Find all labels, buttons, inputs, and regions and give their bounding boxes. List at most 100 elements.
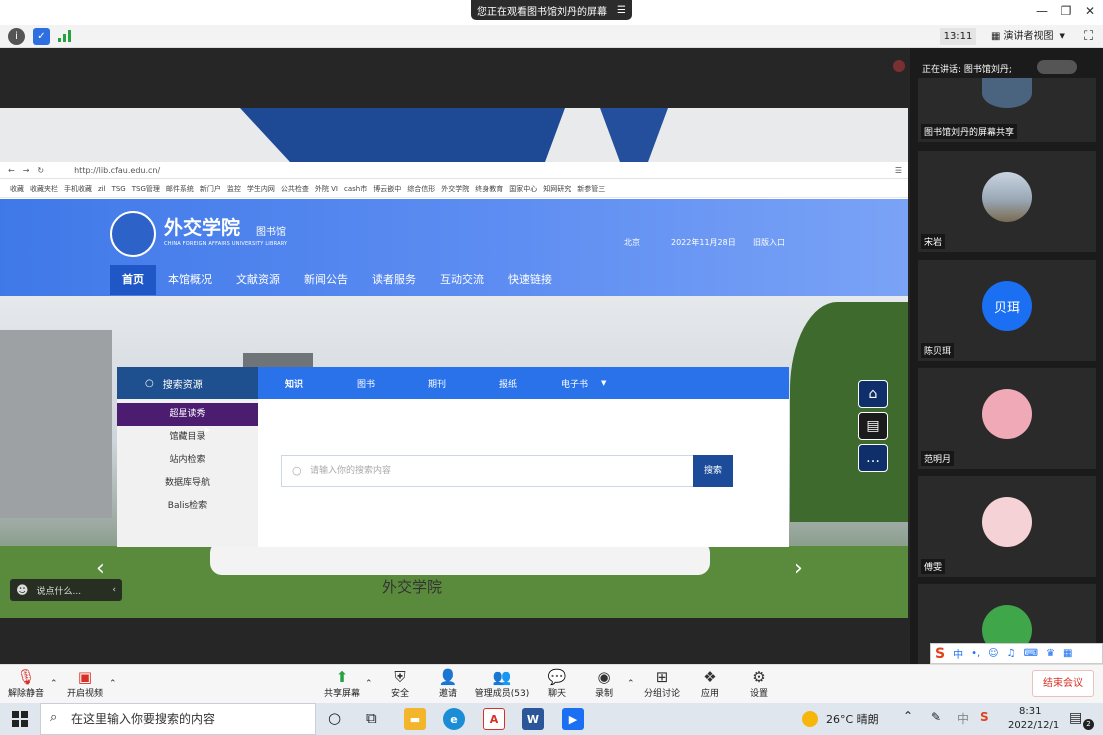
info-icon[interactable]: i [8,28,25,45]
bookmark-item[interactable]: zil [98,185,106,193]
apps-button[interactable]: ❖ 应用 [688,668,732,699]
back-icon[interactable]: ← [8,166,15,175]
bookmark-item[interactable]: TSG管理 [132,184,160,194]
task-view-icon[interactable]: ⧉ [366,709,377,727]
nav-interaction[interactable]: 互动交流 [428,265,496,295]
menu-item-database-nav[interactable]: 数据库导航 [117,472,258,495]
chevron-up-icon[interactable]: ⌃ [903,709,913,723]
breakout-rooms-button[interactable]: ⊞ 分组讨论 [640,668,684,699]
chevron-down-icon[interactable]: ▼ [601,379,606,387]
chevron-left-icon[interactable]: ‹ [112,585,116,595]
menu-item-site-search[interactable]: 站内检索 [117,449,258,472]
bookmark-item[interactable]: 新参管三 [577,184,605,194]
cortana-icon[interactable]: ○ [328,709,341,727]
menu-item-balis[interactable]: Balis检索 [117,495,258,518]
sogou-tray-icon[interactable]: S [980,710,989,724]
notebook-icon[interactable]: ▤ [858,412,888,440]
shield-icon[interactable]: ✓ [33,28,50,45]
tab-newspapers[interactable]: 报纸 [499,377,517,390]
tab-knowledge[interactable]: 知识 [285,377,303,390]
nav-news[interactable]: 新闻公告 [292,265,360,295]
ime-punct-icon[interactable]: •, [971,648,980,659]
security-button[interactable]: ⛨ 安全 [378,668,422,699]
url-field[interactable]: http://lib.cfau.edu.cn/ [74,166,160,175]
bookmark-item[interactable]: 新门户 [200,184,221,194]
carousel-prev-icon[interactable]: ‹ [96,556,105,581]
nav-about[interactable]: 本馆概况 [156,265,224,295]
clock-date[interactable]: 2022/12/1 [1008,720,1059,731]
bookmark-item[interactable]: 外交学院 [441,184,469,194]
tab-journals[interactable]: 期刊 [428,377,446,390]
ime-status-icon[interactable]: 中 [957,710,969,727]
nav-quick-links[interactable]: 快速链接 [496,265,564,295]
edge-browser-icon[interactable]: e [443,708,465,730]
ime-skin-icon[interactable]: ♛ [1046,648,1055,659]
nav-reader-services[interactable]: 读者服务 [360,265,428,295]
participant-tile[interactable]: 范明月 [918,368,1096,469]
fullscreen-icon[interactable]: ⛶ [1084,29,1093,44]
taskbar-search-input[interactable]: 在这里输入你要搜索的内容 [40,703,316,735]
minimize-icon[interactable]: — [1031,2,1053,20]
tab-ebooks[interactable]: 电子书 [561,377,588,390]
chat-bubble-icon[interactable]: … [858,444,888,472]
bookmark-item[interactable]: cash市 [344,184,367,194]
bookmark-item[interactable]: 终身教育 [475,184,503,194]
bookmark-item[interactable]: 公共检查 [281,184,309,194]
notification-icon[interactable]: ▤ [1069,710,1082,726]
participant-tile[interactable]: 宋岩 [918,151,1096,252]
reload-icon[interactable]: ↻ [37,166,44,175]
unmute-button[interactable]: 🎙 解除静音 [4,668,48,699]
bookmark-item[interactable]: TSG [112,185,126,193]
bookmark-item[interactable]: 收藏夹栏 [30,184,58,194]
forward-icon[interactable]: → [23,166,30,175]
participant-tile[interactable]: 贝珥 陈贝珥 [918,260,1096,361]
bookmark-item[interactable]: 收藏 [10,184,24,194]
menu-item-catalog[interactable]: 馆藏目录 [117,426,258,449]
ime-mode-label[interactable]: 中 [953,646,963,661]
bookmark-item[interactable]: 知网研究 [543,184,571,194]
chevron-up-icon[interactable]: ⌃ [50,679,58,689]
tab-books[interactable]: 图书 [357,377,375,390]
browser-menu-icon[interactable]: ☰ [895,166,902,175]
close-icon[interactable]: ✕ [1079,2,1101,20]
pen-icon[interactable]: ✎ [931,710,941,724]
end-meeting-button[interactable]: 结束会议 [1032,670,1094,697]
ime-emoji-icon[interactable]: ☺ [988,648,998,659]
signal-icon[interactable] [58,30,72,42]
ime-grid-icon[interactable]: ▦ [1063,648,1072,659]
start-video-button[interactable]: ▣ 开启视频 [63,668,107,699]
bookmark-item[interactable]: 邮件系统 [166,184,194,194]
menu-item-duxiu[interactable]: 超星读秀 [117,403,258,426]
ime-keyboard-icon[interactable]: ⌨ [1024,648,1038,659]
zoom-app-icon[interactable]: ▶ [562,708,584,730]
manage-participants-button[interactable]: 👥 管理成员(53) [474,668,530,699]
ime-mic-icon[interactable]: ♫ [1007,648,1016,659]
search-input[interactable]: 请输入你的搜索内容 [281,455,694,487]
nav-resources[interactable]: 文献资源 [224,265,292,295]
chevron-up-icon[interactable]: ⌃ [109,679,117,689]
bookmark-item[interactable]: 手机收藏 [64,184,92,194]
record-button[interactable]: ◉ 录制 [582,668,626,699]
participant-tile[interactable]: 傅雯 [918,476,1096,577]
bookmark-item[interactable]: 综合信形 [407,184,435,194]
share-banner[interactable]: 您正在观看图书馆刘丹的屏幕 ☰ [471,0,632,20]
search-button[interactable]: 搜索 [693,455,733,487]
bookmark-item[interactable]: 博云嵌中 [373,184,401,194]
chat-quick-input[interactable]: ☻ 说点什么... ‹ [10,579,122,601]
chat-button[interactable]: 💬 聊天 [535,668,579,699]
restore-icon[interactable]: ❐ [1055,2,1077,20]
nav-home[interactable]: 首页 [110,265,156,295]
bookmark-item[interactable]: 外院 VI [315,184,338,194]
carousel-next-icon[interactable]: › [794,556,803,581]
bookmark-item[interactable]: 国家中心 [509,184,537,194]
file-explorer-icon[interactable]: ▬ [404,708,426,730]
participant-tile[interactable]: 图书馆刘丹的屏幕共享 [918,78,1096,142]
old-version-link[interactable]: 旧版入口 [753,237,785,248]
bookmark-item[interactable]: 学生内网 [247,184,275,194]
chevron-up-icon[interactable]: ⌃ [627,679,635,689]
invite-button[interactable]: 👤 邀请 [426,668,470,699]
word-icon[interactable]: W [522,708,544,730]
home-icon[interactable]: ⌂ [858,380,888,408]
share-screen-button[interactable]: ⬆ 共享屏幕 [320,668,364,699]
bookmark-item[interactable]: 监控 [227,184,241,194]
